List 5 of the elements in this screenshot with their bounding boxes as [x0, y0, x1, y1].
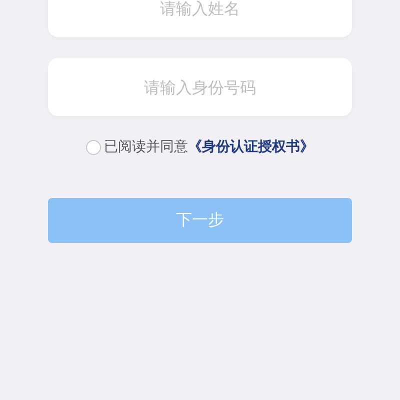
input-field[interactable]: 请输入姓名: [48, 0, 352, 37]
agreement-link[interactable]: 《身份认证授权书》: [188, 138, 314, 156]
agreement-text: 已阅读并同意: [104, 138, 188, 156]
input-field[interactable]: 请输入身份号码: [48, 58, 352, 116]
checkbox[interactable]: [86, 140, 101, 154]
